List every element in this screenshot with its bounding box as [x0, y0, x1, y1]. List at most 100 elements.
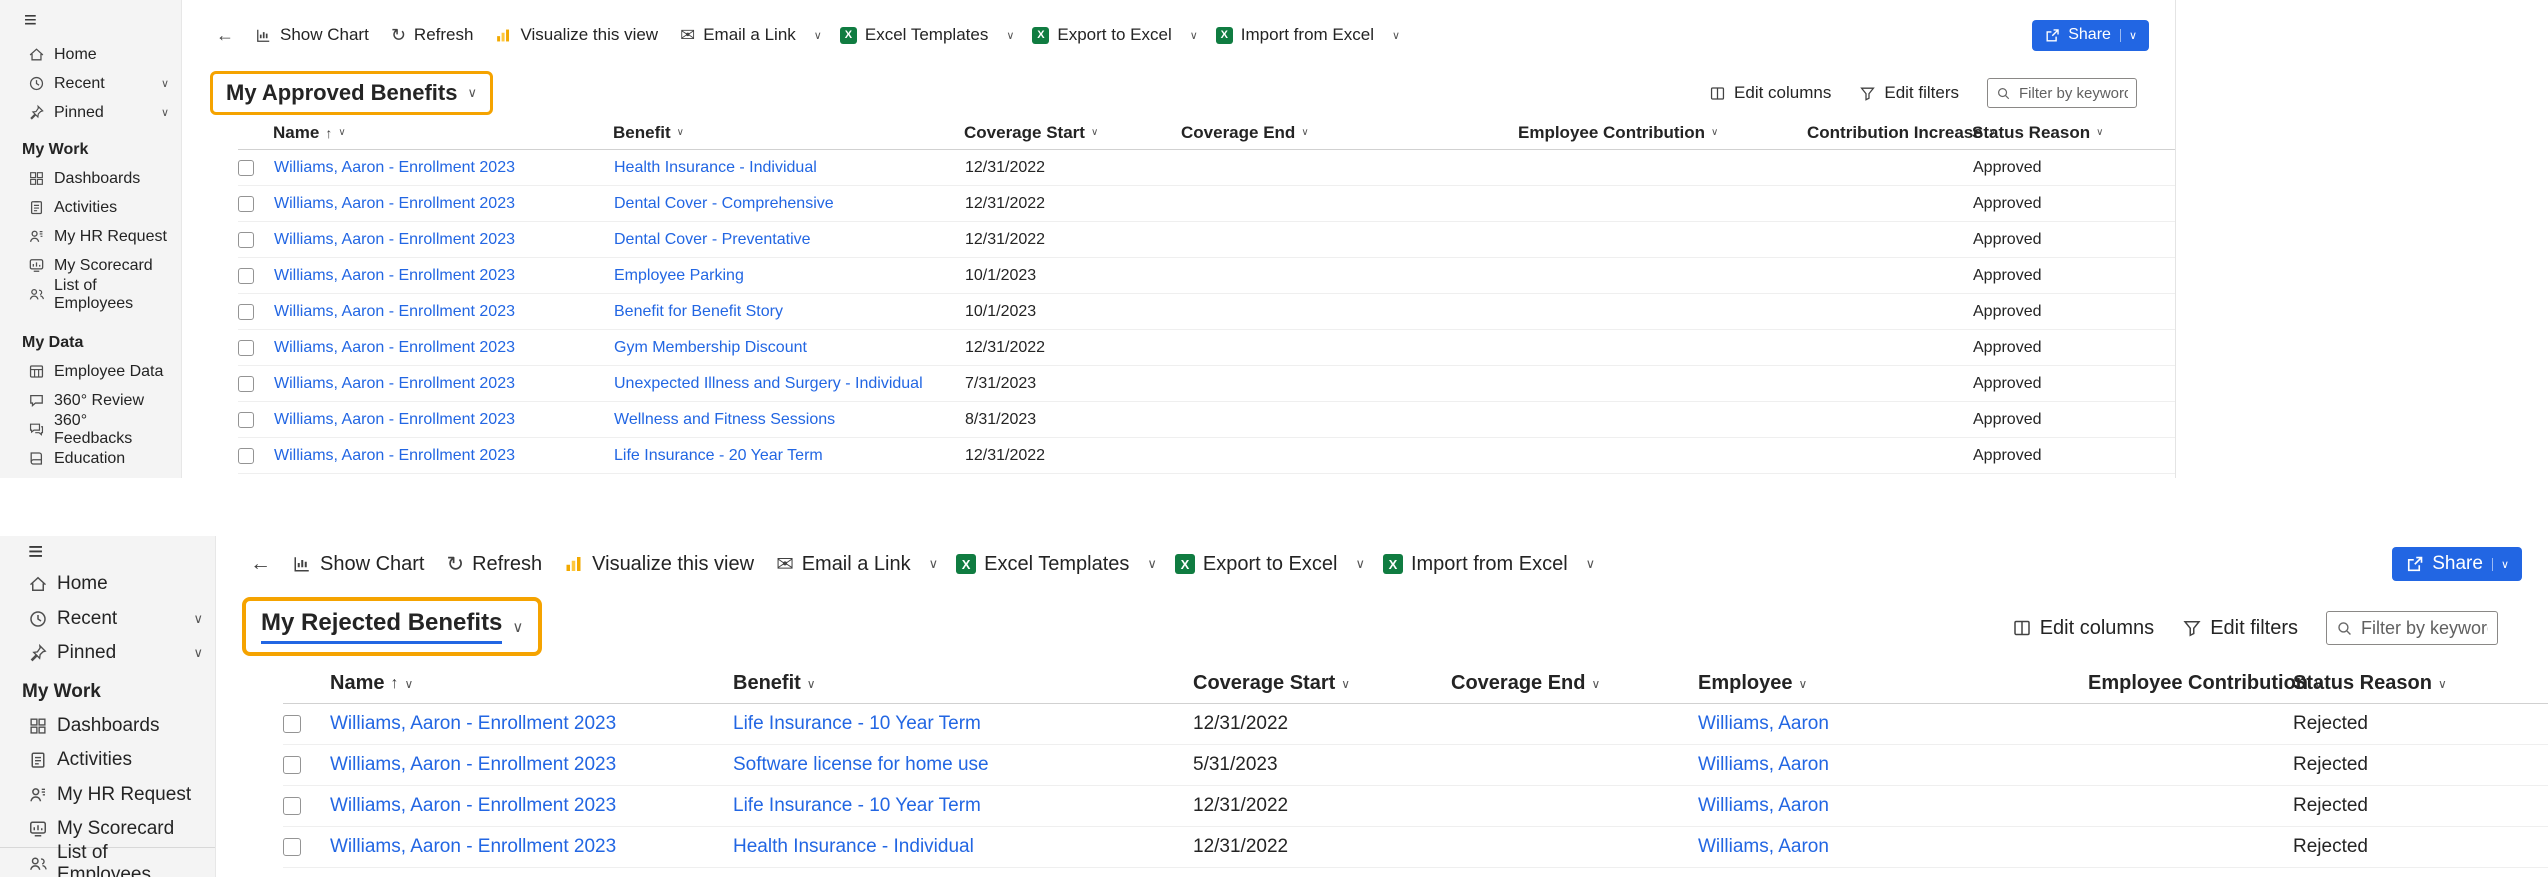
sidebar-item-activities[interactable]: Activities: [0, 193, 181, 222]
benefit-cell[interactable]: Gym Membership Discount: [614, 339, 965, 357]
share-button[interactable]: Share ∨: [2392, 547, 2522, 581]
export-to-excel-button[interactable]: X Export to Excel: [1164, 553, 1349, 576]
refresh-button[interactable]: ↻ Refresh: [380, 25, 485, 46]
row-checkbox[interactable]: [283, 756, 301, 774]
row-checkbox[interactable]: [238, 159, 254, 176]
name-cell[interactable]: Williams, Aaron - Enrollment 2023: [274, 159, 614, 177]
name-cell[interactable]: Williams, Aaron - Enrollment 2023: [274, 195, 614, 213]
name-cell[interactable]: Williams, Aaron - Enrollment 2023: [274, 447, 614, 465]
chevron-down-icon[interactable]: ∨: [1348, 556, 1372, 572]
sidebar-item-360-feedbacks[interactable]: 360° Feedbacks: [0, 412, 181, 447]
sidebar-item-pinned[interactable]: Pinned ∨: [0, 98, 181, 127]
column-header-status-reason[interactable]: Status Reason ∨: [2293, 672, 2548, 695]
name-cell[interactable]: Williams, Aaron - Enrollment 2023: [274, 267, 614, 285]
import-from-excel-button[interactable]: X Import from Excel: [1372, 553, 1579, 576]
filter-keyword-input[interactable]: [2019, 84, 2128, 102]
row-checkbox[interactable]: [238, 375, 254, 392]
show-chart-button[interactable]: Show Chart: [281, 553, 436, 576]
sidebar-item-home[interactable]: Home: [0, 567, 215, 602]
column-header-employee-contribution[interactable]: Employee Contribution ∨: [1518, 123, 1807, 143]
visualize-view-button[interactable]: Visualize this view: [484, 25, 669, 45]
row-checkbox[interactable]: [283, 797, 301, 815]
benefit-cell[interactable]: Dental Cover - Comprehensive: [614, 195, 965, 213]
name-cell[interactable]: Williams, Aaron - Enrollment 2023: [274, 231, 614, 249]
chevron-down-icon[interactable]: ∨: [922, 556, 946, 572]
employee-cell[interactable]: Williams, Aaron: [1698, 795, 2088, 817]
chevron-down-icon[interactable]: ∨: [999, 29, 1021, 42]
benefit-cell[interactable]: Life Insurance - 20 Year Term: [614, 447, 965, 465]
sidebar-item-dashboards[interactable]: Dashboards: [0, 709, 215, 744]
view-title[interactable]: My Approved Benefits: [226, 80, 457, 106]
benefit-cell[interactable]: Life Insurance - 10 Year Term: [733, 795, 1193, 817]
edit-columns-button[interactable]: Edit columns: [1709, 83, 1831, 103]
chevron-down-icon[interactable]: ∨: [1579, 556, 1603, 572]
chevron-down-icon[interactable]: ∨: [1385, 29, 1407, 42]
export-to-excel-button[interactable]: X Export to Excel: [1021, 25, 1182, 45]
name-cell[interactable]: Williams, Aaron - Enrollment 2023: [274, 411, 614, 429]
sidebar-item-recent[interactable]: Recent ∨: [0, 69, 181, 98]
column-header-coverage-start[interactable]: Coverage Start ∨: [1193, 672, 1451, 695]
sidebar-item-list-of-employees[interactable]: List of Employees: [0, 277, 181, 312]
visualize-view-button[interactable]: Visualize this view: [553, 553, 765, 576]
name-cell[interactable]: Williams, Aaron - Enrollment 2023: [274, 339, 614, 357]
chevron-down-icon[interactable]: ∨: [1183, 29, 1205, 42]
column-header-status-reason[interactable]: Status Reason ∨: [1972, 123, 2175, 143]
benefit-cell[interactable]: Unexpected Illness and Surgery - Individ…: [614, 375, 965, 393]
column-header-name[interactable]: Name ↑ ∨: [330, 672, 733, 695]
chevron-down-icon[interactable]: ∨: [512, 618, 523, 636]
chevron-down-icon[interactable]: ∨: [193, 611, 203, 627]
sidebar-item-employee-data[interactable]: Employee Data: [0, 357, 181, 386]
benefit-cell[interactable]: Benefit for Benefit Story: [614, 303, 965, 321]
employee-cell[interactable]: Williams, Aaron: [1698, 754, 2088, 776]
sidebar-item-recent[interactable]: Recent ∨: [0, 602, 215, 637]
column-header-employee-contribution[interactable]: Employee Contribution ∨: [2088, 672, 2323, 695]
email-link-button[interactable]: ✉ Email a Link: [669, 25, 807, 46]
benefit-cell[interactable]: Dental Cover - Preventative: [614, 231, 965, 249]
hamburger-menu-icon[interactable]: ≡: [0, 536, 215, 567]
hamburger-menu-icon[interactable]: ≡: [0, 0, 181, 40]
chevron-down-icon[interactable]: ∨: [193, 645, 203, 661]
filter-keyword-input[interactable]: [2361, 617, 2488, 639]
sidebar-item-education[interactable]: Education: [0, 444, 181, 473]
column-header-name[interactable]: Name ↑ ∨: [273, 123, 613, 143]
name-cell[interactable]: Williams, Aaron - Enrollment 2023: [330, 713, 733, 735]
name-cell[interactable]: Williams, Aaron - Enrollment 2023: [274, 303, 614, 321]
row-checkbox[interactable]: [238, 303, 254, 320]
column-header-coverage-start[interactable]: Coverage Start ∨: [964, 123, 1181, 143]
benefit-cell[interactable]: Employee Parking: [614, 267, 965, 285]
excel-templates-button[interactable]: X Excel Templates: [945, 553, 1140, 576]
benefit-cell[interactable]: Software license for home use: [733, 754, 1193, 776]
edit-filters-button[interactable]: Edit filters: [1859, 83, 1959, 103]
row-checkbox[interactable]: [283, 838, 301, 856]
benefit-cell[interactable]: Life Insurance - 10 Year Term: [733, 713, 1193, 735]
sidebar-item-my-hr-request[interactable]: My HR Request: [0, 778, 215, 813]
sidebar-item-my-hr-request[interactable]: My HR Request: [0, 222, 181, 251]
refresh-button[interactable]: ↻ Refresh: [436, 552, 554, 577]
edit-columns-button[interactable]: Edit columns: [2012, 617, 2154, 640]
row-checkbox[interactable]: [238, 231, 254, 248]
chevron-down-icon[interactable]: ∨: [1140, 556, 1164, 572]
chevron-down-icon[interactable]: ∨: [161, 106, 169, 119]
back-button[interactable]: ←: [206, 25, 244, 46]
excel-templates-button[interactable]: X Excel Templates: [829, 25, 999, 45]
benefit-cell[interactable]: Health Insurance - Individual: [614, 159, 965, 177]
back-button[interactable]: ←: [240, 552, 281, 576]
column-header-employee[interactable]: Employee ∨: [1698, 672, 2088, 695]
name-cell[interactable]: Williams, Aaron - Enrollment 2023: [274, 375, 614, 393]
employee-cell[interactable]: Williams, Aaron: [1698, 713, 2088, 735]
employee-cell[interactable]: Williams, Aaron: [1698, 836, 2088, 858]
row-checkbox[interactable]: [283, 715, 301, 733]
benefit-cell[interactable]: Wellness and Fitness Sessions: [614, 411, 965, 429]
view-title[interactable]: My Rejected Benefits: [261, 609, 503, 644]
row-checkbox[interactable]: [238, 447, 254, 464]
row-checkbox[interactable]: [238, 195, 254, 212]
import-from-excel-button[interactable]: X Import from Excel: [1205, 25, 1385, 45]
filter-keyword-box[interactable]: [2326, 611, 2498, 645]
column-header-benefit[interactable]: Benefit ∨: [613, 123, 964, 143]
name-cell[interactable]: Williams, Aaron - Enrollment 2023: [330, 836, 733, 858]
column-header-benefit[interactable]: Benefit ∨: [733, 672, 1193, 695]
sidebar-item-dashboards[interactable]: Dashboards: [0, 164, 181, 193]
row-checkbox[interactable]: [238, 339, 254, 356]
show-chart-button[interactable]: Show Chart: [244, 25, 380, 45]
name-cell[interactable]: Williams, Aaron - Enrollment 2023: [330, 795, 733, 817]
